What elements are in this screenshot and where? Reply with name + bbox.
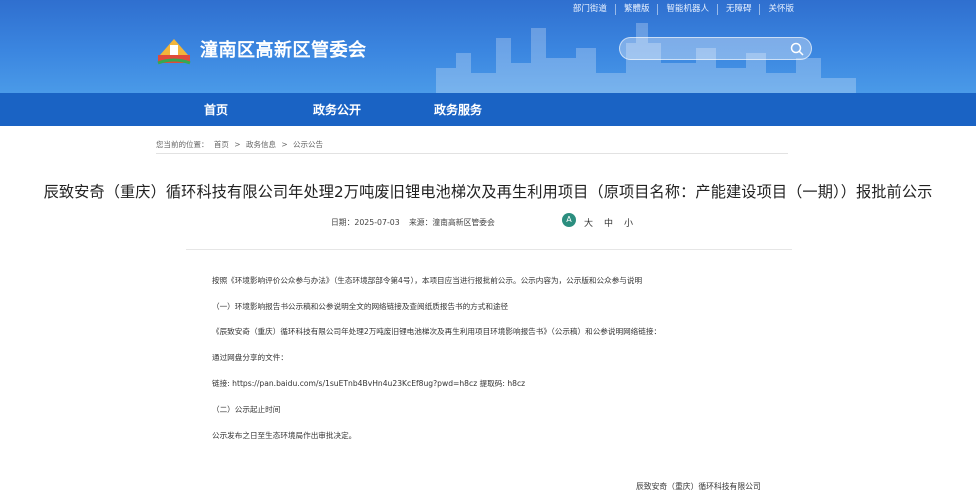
nav-home[interactable]: 首页 bbox=[204, 101, 228, 118]
font-size-medium[interactable]: 中 bbox=[604, 216, 613, 229]
site-title: 潼南区高新区管委会 bbox=[200, 40, 367, 61]
toplink-departments[interactable]: 部门街道 bbox=[565, 4, 615, 15]
article-paragraph: 公示发布之日至生态环境局作出审批决定。 bbox=[212, 431, 357, 440]
divider bbox=[186, 249, 792, 250]
toplink-robot[interactable]: 智能机器人 bbox=[657, 4, 717, 15]
article-title: 辰致安奇（重庆）循环科技有限公司年处理2万吨废旧锂电池梯次及再生利用项目（原项目… bbox=[43, 183, 933, 201]
article-paragraph: （二）公示起止时间 bbox=[212, 405, 281, 414]
breadcrumb: 您当前的位置： 首页 > 政务信息 > 公示公告 bbox=[156, 139, 326, 150]
search-box[interactable] bbox=[619, 37, 812, 60]
breadcrumb-home[interactable]: 首页 bbox=[214, 140, 229, 149]
nav-government-affairs[interactable]: 政务公开 bbox=[313, 101, 361, 118]
font-size-large[interactable]: 大 bbox=[584, 216, 593, 229]
breadcrumb-gov-info[interactable]: 政务信息 bbox=[246, 140, 276, 149]
font-size-small[interactable]: 小 bbox=[624, 216, 633, 229]
site-logo[interactable] bbox=[156, 33, 192, 65]
top-links: 部门街道 繁體版 智能机器人 无障碍 关怀版 bbox=[565, 4, 802, 15]
divider bbox=[156, 153, 788, 154]
toplink-traditional[interactable]: 繁體版 bbox=[614, 4, 658, 15]
font-size-icon: A bbox=[562, 213, 576, 227]
breadcrumb-prefix: 您当前的位置： bbox=[156, 140, 209, 149]
search-icon[interactable] bbox=[790, 42, 804, 56]
article-paragraph: 《辰致安奇（重庆）循环科技有限公司年处理2万吨废旧锂电池梯次及再生利用项目环境影… bbox=[212, 327, 662, 336]
breadcrumb-separator: > bbox=[234, 140, 241, 149]
breadcrumb-notices[interactable]: 公示公告 bbox=[293, 140, 323, 149]
share-link[interactable]: 链接: https://pan.baidu.com/s/1suETnb4BvHn… bbox=[212, 378, 525, 389]
article-paragraph: 按照《环境影响评价公众参与办法》（生态环境部部令第4号），本项目应当进行报批前公… bbox=[212, 276, 643, 285]
breadcrumb-separator: > bbox=[281, 140, 288, 149]
nav-services[interactable]: 政务服务 bbox=[434, 101, 482, 118]
search-input[interactable] bbox=[630, 41, 790, 57]
article-paragraph: 通过网盘分享的文件： bbox=[212, 353, 288, 362]
article-source: 来源：潼南高新区管委会 bbox=[409, 218, 495, 227]
toplink-accessibility[interactable]: 无障碍 bbox=[716, 4, 760, 15]
article-paragraph: （一）环境影响报告书公示稿和公参说明全文的网络链接及查阅纸质报告书的方式和途径 bbox=[212, 302, 509, 311]
article-signature: 辰致安奇（重庆）循环科技有限公司 bbox=[636, 482, 761, 491]
main-nav: 首页 政务公开 政务服务 bbox=[0, 93, 976, 126]
article-date: 日期：2025-07-03 bbox=[331, 218, 400, 227]
toplink-care-mode[interactable]: 关怀版 bbox=[759, 4, 802, 15]
site-header: 部门街道 繁體版 智能机器人 无障碍 关怀版 潼南区高新区管委会 bbox=[0, 0, 976, 93]
